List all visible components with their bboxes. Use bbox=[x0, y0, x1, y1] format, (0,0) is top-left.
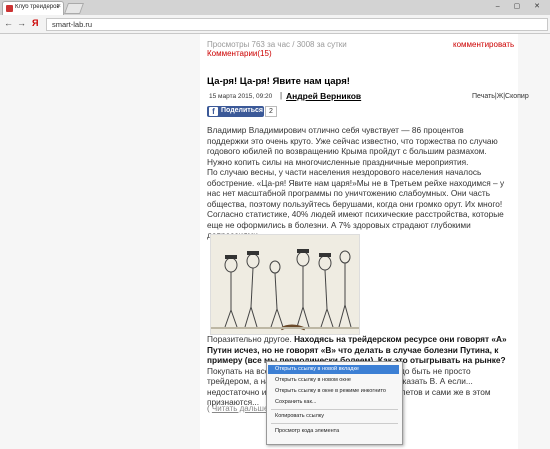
paragraph-2: По случаю весны, у части населения нездо… bbox=[207, 167, 505, 240]
menu-open-incognito[interactable]: Открыть ссылку в окне в режиме инкогнито bbox=[275, 388, 386, 394]
share-label: Поделиться bbox=[221, 107, 264, 114]
meta-separator: | bbox=[280, 91, 283, 100]
tab-bar: Клуб трейдеров «Ma × – ▢ ✕ bbox=[0, 0, 550, 15]
read-more-link[interactable]: Читать дальше bbox=[212, 404, 269, 413]
browser-toolbar: ← → Я smart-lab.ru bbox=[0, 15, 550, 34]
read-more: ( Читать дальше ) bbox=[207, 404, 273, 413]
menu-inspect-element[interactable]: Просмотр кода элемента bbox=[275, 428, 339, 434]
new-tab-button[interactable] bbox=[63, 3, 85, 14]
forward-button[interactable]: → bbox=[17, 18, 26, 28]
post-title[interactable]: Ца-ря! Ца-ря! Явите нам царя! bbox=[207, 76, 350, 87]
menu-separator bbox=[271, 423, 398, 424]
view-stats: Просмотры 763 за час / 3008 за сутки bbox=[207, 40, 347, 49]
favicon-icon bbox=[6, 5, 13, 12]
menu-open-new-tab[interactable]: Открыть ссылку в новой вкладке bbox=[268, 365, 399, 374]
browser-tab[interactable]: Клуб трейдеров «Ma × bbox=[2, 1, 64, 15]
menu-save-as[interactable]: Сохранить как... bbox=[275, 399, 316, 405]
yandex-button[interactable]: Я bbox=[32, 18, 38, 28]
share-count: 2 bbox=[265, 106, 277, 117]
menu-copy-link[interactable]: Копировать ссылку bbox=[275, 413, 324, 419]
cartoon-image bbox=[210, 234, 360, 335]
menu-open-new-window[interactable]: Открыть ссылку в новом окне bbox=[275, 377, 351, 383]
comment-link[interactable]: комментировать bbox=[453, 40, 514, 49]
author-link[interactable]: Андрей Верников bbox=[286, 91, 361, 101]
window-controls[interactable]: – ▢ ✕ bbox=[496, 2, 546, 10]
back-button[interactable]: ← bbox=[4, 18, 13, 28]
share-button[interactable]: f Поделиться bbox=[207, 106, 264, 117]
page-viewport: Просмотры 763 за час / 3008 за сутки ком… bbox=[0, 34, 550, 449]
print-links[interactable]: Печать|Ж|Скопир bbox=[472, 93, 529, 100]
facebook-icon: f bbox=[209, 107, 218, 116]
address-bar[interactable]: smart-lab.ru bbox=[46, 18, 548, 31]
context-menu: Открыть ссылку в новой вкладке Открыть с… bbox=[266, 361, 403, 445]
post-date: 15 марта 2015, 09:20 bbox=[209, 93, 273, 100]
tab-title: Клуб трейдеров «Ma bbox=[15, 4, 59, 10]
menu-separator bbox=[271, 409, 398, 410]
comments-link[interactable]: Комментарии(15) bbox=[207, 49, 272, 58]
tab-close-icon[interactable]: × bbox=[57, 3, 61, 10]
url-text: smart-lab.ru bbox=[52, 20, 93, 29]
paragraph-1: Владимир Владимирович отлично себя чувст… bbox=[207, 125, 498, 167]
